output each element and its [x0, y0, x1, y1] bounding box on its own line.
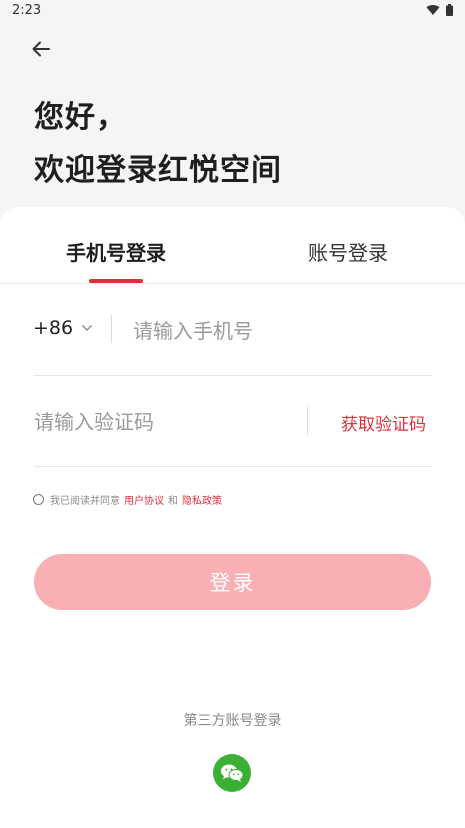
- wechat-login-button[interactable]: [213, 754, 251, 792]
- agreement-row: 我已阅读并同意 用户协议 和 隐私政策: [33, 492, 226, 507]
- phone-input[interactable]: [133, 315, 423, 347]
- code-divider: [307, 407, 308, 435]
- tab-account-login[interactable]: 账号登录: [308, 237, 388, 266]
- country-code-selector[interactable]: +86: [33, 317, 93, 339]
- status-bar: 2:23: [0, 0, 465, 22]
- login-button[interactable]: 登录: [34, 554, 431, 610]
- status-icons: [426, 4, 453, 16]
- agreement-text: 我已阅读并同意: [50, 496, 120, 507]
- agreement-and: 和: [168, 496, 178, 507]
- phone-underline: [34, 375, 432, 376]
- country-divider: [111, 315, 112, 343]
- verification-code-input[interactable]: [34, 406, 294, 438]
- agreement-checkbox[interactable]: [33, 494, 44, 505]
- country-code: +86: [33, 317, 74, 339]
- tab-phone-login[interactable]: 手机号登录: [66, 237, 166, 266]
- third-party-login-label: 第三方账号登录: [183, 713, 282, 729]
- status-time: 2:23: [12, 3, 42, 18]
- code-underline: [34, 466, 432, 467]
- privacy-policy-link[interactable]: 隐私政策: [182, 492, 222, 507]
- user-agreement-link[interactable]: 用户协议: [124, 492, 164, 507]
- battery-icon: [446, 4, 453, 16]
- greeting-line-1: 您好，: [34, 100, 127, 135]
- login-card: 手机号登录 账号登录 +86 获取验证码 我已阅读并同意 用户协议 和 隐私政策…: [0, 207, 465, 828]
- wifi-icon: [426, 4, 440, 15]
- chevron-down-icon: [82, 325, 93, 331]
- get-code-button[interactable]: 获取验证码: [341, 410, 426, 435]
- greeting-line-2: 欢迎登录红悦空间: [34, 153, 282, 188]
- wechat-icon: [221, 764, 244, 782]
- arrow-left-icon: [32, 41, 50, 57]
- tabs-divider: [0, 283, 465, 284]
- back-button[interactable]: [28, 36, 56, 62]
